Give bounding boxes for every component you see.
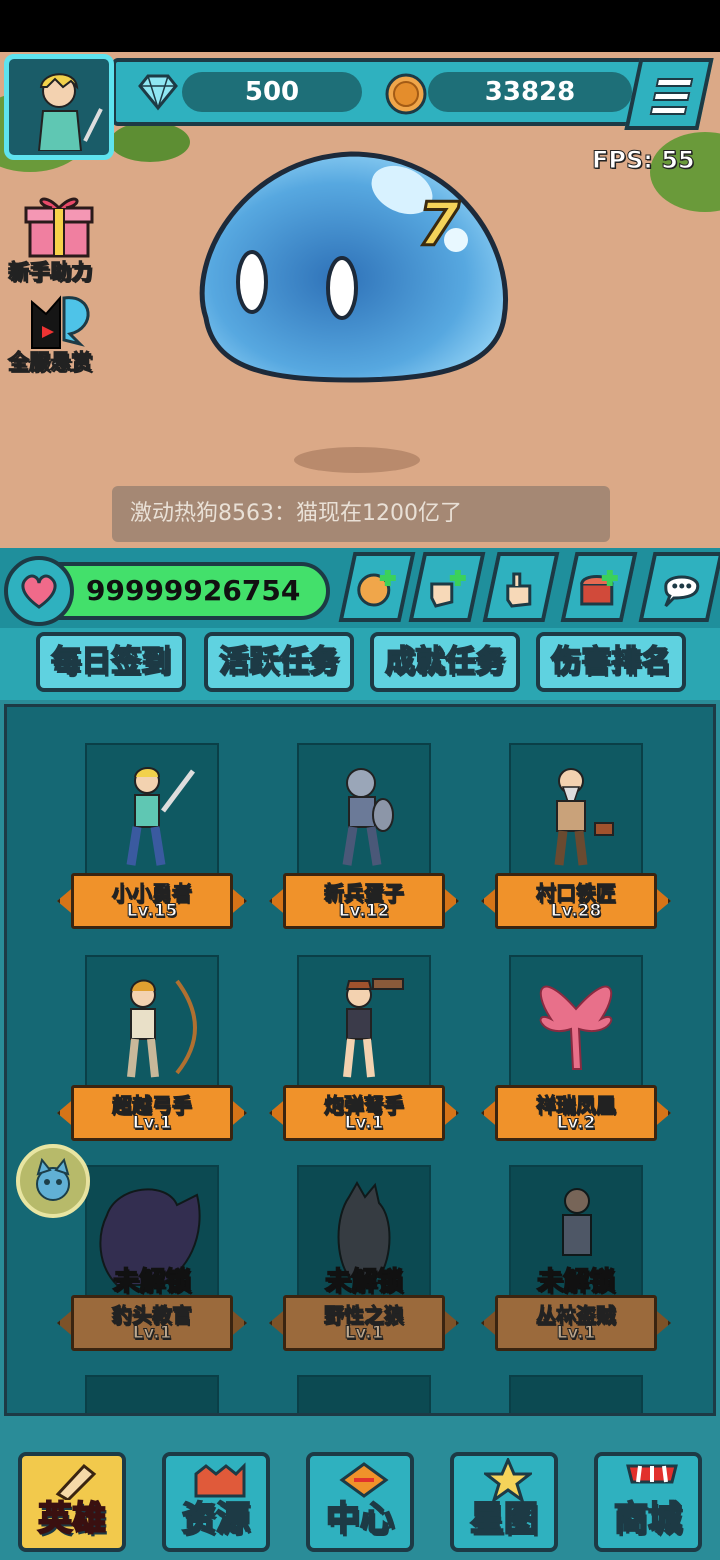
hero-level: Lv.1: [344, 1323, 384, 1344]
heart-icon: [21, 574, 57, 609]
tab-damage-ranking[interactable]: 伤害排名: [536, 632, 686, 692]
damage-number: 7: [417, 189, 462, 262]
boss-shadow: [294, 447, 420, 473]
hero-sprite-archer: [127, 979, 197, 1078]
nav-resources-label: 资源: [181, 1498, 251, 1540]
fps-counter: FPS: 55: [592, 146, 696, 175]
hero-card[interactable]: 祥瑞凤凰 Lv.2: [481, 955, 671, 1155]
hero-ribbon: 新兵蛋子 Lv.12: [269, 873, 459, 929]
hand-icon: [506, 572, 532, 608]
coin-icon: [385, 73, 427, 115]
tab-daily-checkin[interactable]: 每日签到: [36, 632, 186, 692]
hero-ribbon: 村口铁匠 Lv.28: [481, 873, 671, 929]
coin-plus-icon: [357, 570, 396, 607]
hero-level: Lv.1: [132, 1323, 172, 1344]
menu-button[interactable]: [624, 58, 714, 130]
floating-pet-button[interactable]: [16, 1144, 90, 1218]
locked-label: 未解锁: [536, 1266, 616, 1298]
gift-box-icon: [24, 197, 94, 258]
hero-card-locked[interactable]: 未解锁 丛林盗贼 Lv.1: [481, 1165, 671, 1365]
hero-level: Lv.1: [132, 1113, 172, 1134]
heart-badge: [4, 556, 74, 626]
grass-decoration: [110, 122, 190, 162]
diamond-icon: [138, 74, 178, 111]
boss-hp-value: 99999926754: [86, 574, 301, 607]
coin-count: 33828: [428, 72, 632, 112]
hero-level: Lv.1: [344, 1113, 384, 1134]
hero-card-locked[interactable]: 未解锁 野性之狼 Lv.1: [269, 1165, 459, 1365]
hero-sprite-recruit: [342, 768, 394, 866]
hero-card[interactable]: 炮弹弩手 Lv.1: [269, 955, 459, 1155]
gem-count: 500: [182, 72, 362, 112]
nav-resources[interactable]: 资源: [162, 1452, 270, 1552]
menu-line: [655, 78, 694, 87]
chest-plus-icon: [580, 570, 618, 606]
nav-heroes-label: 英雄: [37, 1498, 107, 1540]
hero-ribbon: 超越弓手 Lv.1: [57, 1085, 247, 1141]
hero-card-locked[interactable]: [481, 1375, 671, 1413]
hero-sprite-crossbow: [343, 978, 404, 1078]
hero-card[interactable]: 村口铁匠 Lv.28: [481, 743, 671, 943]
hero-card[interactable]: 小小勇者 Lv.15: [57, 743, 247, 943]
nav-center-label: 中心: [325, 1498, 395, 1540]
nav-heroes[interactable]: 英雄: [18, 1452, 126, 1552]
hero-level: Lv.2: [556, 1113, 596, 1134]
hero-level: Lv.12: [338, 901, 390, 922]
locked-label: 未解锁: [112, 1266, 192, 1298]
chat-ticker[interactable]: 激动热狗8563：猫现在1200亿了: [112, 486, 610, 542]
hero-ribbon: 丛林盗贼 Lv.1: [481, 1295, 671, 1351]
resource-bar: 500 33828: [112, 58, 694, 126]
chat-button[interactable]: [638, 552, 720, 622]
hero-grid[interactable]: 小小勇者 Lv.15 新兵蛋子 Lv.12 村口铁匠 Lv.28 超越弓手 Lv…: [4, 704, 716, 1416]
hero-card-background: [297, 1375, 431, 1413]
hero-ribbon: 祥瑞凤凰 Lv.2: [481, 1085, 671, 1141]
bounty-cat-icon: [31, 295, 90, 349]
server-bounty-button[interactable]: 全服悬赏: [8, 288, 112, 384]
locked-label: 未解锁: [324, 1266, 404, 1298]
tab-active-tasks[interactable]: 活跃任务: [204, 632, 354, 692]
server-bounty-label: 全服悬赏: [8, 350, 93, 375]
hero-card-background: [85, 1375, 219, 1413]
hero-ribbon: 野性之狼 Lv.1: [269, 1295, 459, 1351]
menu-line: [652, 92, 691, 101]
nav-center[interactable]: 中心: [306, 1452, 414, 1552]
hero-card-locked[interactable]: [57, 1375, 247, 1413]
newbie-help-label: 新手助力: [8, 260, 93, 285]
hero-ribbon: 小小勇者 Lv.15: [57, 873, 247, 929]
nav-shop-label: 商城: [613, 1498, 683, 1540]
nav-star-map[interactable]: 星图: [450, 1452, 558, 1552]
hero-card-locked[interactable]: [269, 1375, 459, 1413]
fps-label: FPS:: [592, 146, 654, 175]
hero-card[interactable]: 新兵蛋子 Lv.12: [269, 743, 459, 943]
hero-portrait-icon: [37, 73, 103, 151]
slime-boss[interactable]: [186, 148, 516, 388]
tab-achievements[interactable]: 成就任务: [370, 632, 520, 692]
hand-plus-icon: [430, 570, 466, 608]
hero-level: Lv.1: [556, 1323, 596, 1344]
nav-shop[interactable]: 商城: [594, 1452, 702, 1552]
hero-ribbon: 炮弹弩手 Lv.1: [269, 1085, 459, 1141]
newbie-help-button[interactable]: 新手助力: [8, 190, 112, 290]
player-avatar[interactable]: [4, 54, 114, 160]
hero-level: Lv.28: [550, 901, 602, 922]
hero-sprite-brave: [126, 767, 195, 866]
hero-ribbon: 豹头教官 Lv.1: [57, 1295, 247, 1351]
fps-value: 55: [661, 146, 695, 175]
menu-line: [649, 106, 688, 115]
hero-card-background: [509, 1375, 643, 1413]
hero-card[interactable]: 超越弓手 Lv.1: [57, 955, 247, 1155]
hero-level: Lv.15: [126, 901, 178, 922]
hero-sprite-blacksmith: [554, 768, 614, 866]
cat-mascot-icon: [36, 1157, 70, 1201]
speech-bubble-icon: [664, 575, 700, 608]
hero-sprite-phoenix: [539, 985, 613, 1070]
nav-star-map-label: 星图: [469, 1498, 539, 1540]
